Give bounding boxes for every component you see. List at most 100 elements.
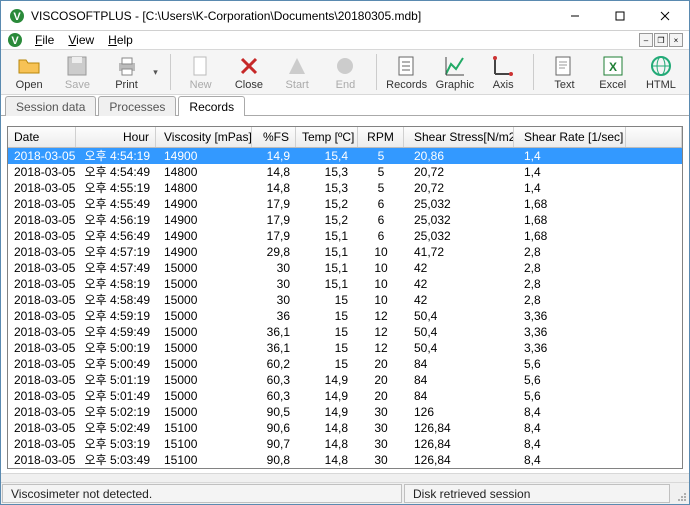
cell-date: 2018-03-05 <box>8 436 76 452</box>
cell-temp: 15 <box>296 308 358 324</box>
cell-rpm: 10 <box>358 260 404 276</box>
table-row[interactable]: 2018-03-05오후 4:57:191490029,815,11041,72… <box>8 244 682 260</box>
col-header-date[interactable]: Date <box>8 127 76 147</box>
mdi-restore-button[interactable]: ❐ <box>654 33 668 47</box>
table-row[interactable]: 2018-03-05오후 4:59:491500036,1151250,43,3… <box>8 324 682 340</box>
table-row[interactable]: 2018-03-05오후 5:00:191500036,1151250,43,3… <box>8 340 682 356</box>
cell-date: 2018-03-05 <box>8 212 76 228</box>
col-header-shear-rate[interactable]: Shear Rate [1/sec] <box>514 127 626 147</box>
toolbar-separator <box>533 54 534 90</box>
close-session-button[interactable]: Close <box>227 50 271 94</box>
cell-fs: 36,1 <box>252 340 296 356</box>
records-button[interactable]: Records <box>385 50 429 94</box>
table-row[interactable]: 2018-03-05오후 4:59:191500036151250,43,36 <box>8 308 682 324</box>
html-button[interactable]: HTML <box>639 50 683 94</box>
tab-processes[interactable]: Processes <box>98 96 176 116</box>
table-row[interactable]: 2018-03-05오후 5:01:491500060,314,920845,6 <box>8 388 682 404</box>
excel-button[interactable]: X Excel <box>591 50 635 94</box>
cell-visc: 15000 <box>156 260 252 276</box>
end-button[interactable]: End <box>323 50 367 94</box>
cell-fs: 90,5 <box>252 404 296 420</box>
maximize-button[interactable] <box>597 1 642 30</box>
menu-view[interactable]: View <box>62 31 100 49</box>
table-row[interactable]: 2018-03-05오후 5:03:191510090,714,830126,8… <box>8 436 682 452</box>
col-header-viscosity[interactable]: Viscosity [mPas] <box>156 127 252 147</box>
cell-rpm: 6 <box>358 212 404 228</box>
cell-ss: 126,84 <box>404 420 514 436</box>
table-row[interactable]: 2018-03-05오후 4:56:191490017,915,2625,032… <box>8 212 682 228</box>
cell-rpm: 6 <box>358 228 404 244</box>
col-header-fs[interactable]: %FS <box>252 127 296 147</box>
cell-hour: 오후 5:01:19 <box>76 372 156 388</box>
menubar: V File View Help ‒ ❐ × <box>1 31 689 49</box>
menu-app-icon: V <box>7 32 23 48</box>
resize-grip-icon[interactable] <box>671 483 689 504</box>
records-grid[interactable]: Date Hour Viscosity [mPas] %FS Temp [ºC]… <box>7 126 683 469</box>
cell-sr: 3,36 <box>514 308 626 324</box>
svg-text:X: X <box>609 60 617 74</box>
col-header-pad <box>626 127 682 147</box>
start-button[interactable]: Start <box>275 50 319 94</box>
table-row[interactable]: 2018-03-05오후 5:01:191500060,314,920845,6 <box>8 372 682 388</box>
cell-sr: 1,4 <box>514 180 626 196</box>
table-row[interactable]: 2018-03-05오후 4:54:491480014,815,3520,721… <box>8 164 682 180</box>
menu-file[interactable]: File <box>29 31 60 49</box>
save-button[interactable]: Save <box>55 50 99 94</box>
col-header-hour[interactable]: Hour <box>76 127 156 147</box>
excel-icon: X <box>601 54 625 78</box>
cell-hour: 오후 4:57:49 <box>76 260 156 276</box>
table-row[interactable]: 2018-03-05오후 5:02:191500090,514,9301268,… <box>8 404 682 420</box>
open-button[interactable]: Open <box>7 50 51 94</box>
table-row[interactable]: 2018-03-05오후 5:00:491500060,21520845,6 <box>8 356 682 372</box>
graphic-button[interactable]: Graphic <box>433 50 477 94</box>
cell-date: 2018-03-05 <box>8 260 76 276</box>
tab-session-data[interactable]: Session data <box>5 96 96 116</box>
cell-hour: 오후 4:59:49 <box>76 324 156 340</box>
cell-date: 2018-03-05 <box>8 356 76 372</box>
cell-temp: 15,4 <box>296 148 358 164</box>
cell-visc: 15000 <box>156 388 252 404</box>
table-row[interactable]: 2018-03-05오후 4:57:49150003015,110422,8 <box>8 260 682 276</box>
svg-text:V: V <box>11 35 19 47</box>
cell-visc: 15000 <box>156 340 252 356</box>
mdi-minimize-button[interactable]: ‒ <box>639 33 653 47</box>
cell-fs: 90,8 <box>252 452 296 468</box>
cell-fs: 17,9 <box>252 212 296 228</box>
status-left: Viscosimeter not detected. <box>2 484 402 503</box>
minimize-button[interactable] <box>552 1 597 30</box>
menu-help-rest: elp <box>117 33 133 47</box>
table-row[interactable]: 2018-03-05오후 4:55:491490017,915,2625,032… <box>8 196 682 212</box>
mdi-close-button[interactable]: × <box>669 33 683 47</box>
col-header-shear-stress[interactable]: Shear Stress[N/m2] <box>404 127 514 147</box>
new-button[interactable]: New <box>179 50 223 94</box>
cell-hour: 오후 5:00:19 <box>76 340 156 356</box>
axis-button[interactable]: Axis <box>481 50 525 94</box>
print-dropdown[interactable]: ▾ <box>150 50 162 94</box>
table-row[interactable]: 2018-03-05오후 4:58:4915000301510422,8 <box>8 292 682 308</box>
cell-visc: 15000 <box>156 404 252 420</box>
table-row[interactable]: 2018-03-05오후 4:58:19150003015,110422,8 <box>8 276 682 292</box>
cell-hour: 오후 4:55:49 <box>76 196 156 212</box>
cell-rpm: 30 <box>358 436 404 452</box>
tab-records[interactable]: Records <box>178 96 245 116</box>
cell-hour: 오후 5:03:19 <box>76 436 156 452</box>
cell-rpm: 10 <box>358 292 404 308</box>
table-row[interactable]: 2018-03-05오후 5:02:491510090,614,830126,8… <box>8 420 682 436</box>
table-row[interactable]: 2018-03-05오후 4:54:191490014,915,4520,861… <box>8 148 682 164</box>
toolbar: Open Save Print ▾ New Close Start End Re… <box>1 49 689 95</box>
cell-hour: 오후 5:02:49 <box>76 420 156 436</box>
table-row[interactable]: 2018-03-05오후 4:55:191480014,815,3520,721… <box>8 180 682 196</box>
col-header-rpm[interactable]: RPM <box>358 127 404 147</box>
print-button[interactable]: Print <box>104 50 150 94</box>
table-row[interactable]: 2018-03-05오후 5:03:491510090,814,830126,8… <box>8 452 682 468</box>
close-button[interactable] <box>642 1 687 30</box>
window-title: VISCOSOFTPLUS - [C:\Users\K-Corporation\… <box>31 9 552 23</box>
cell-fs: 30 <box>252 292 296 308</box>
cell-visc: 15100 <box>156 420 252 436</box>
col-header-temp[interactable]: Temp [ºC] <box>296 127 358 147</box>
cell-ss: 126,84 <box>404 436 514 452</box>
text-button[interactable]: Text <box>542 50 586 94</box>
grid-body[interactable]: 2018-03-05오후 4:54:191490014,915,4520,861… <box>8 148 682 468</box>
table-row[interactable]: 2018-03-05오후 4:56:491490017,915,1625,032… <box>8 228 682 244</box>
menu-help[interactable]: Help <box>102 31 139 49</box>
